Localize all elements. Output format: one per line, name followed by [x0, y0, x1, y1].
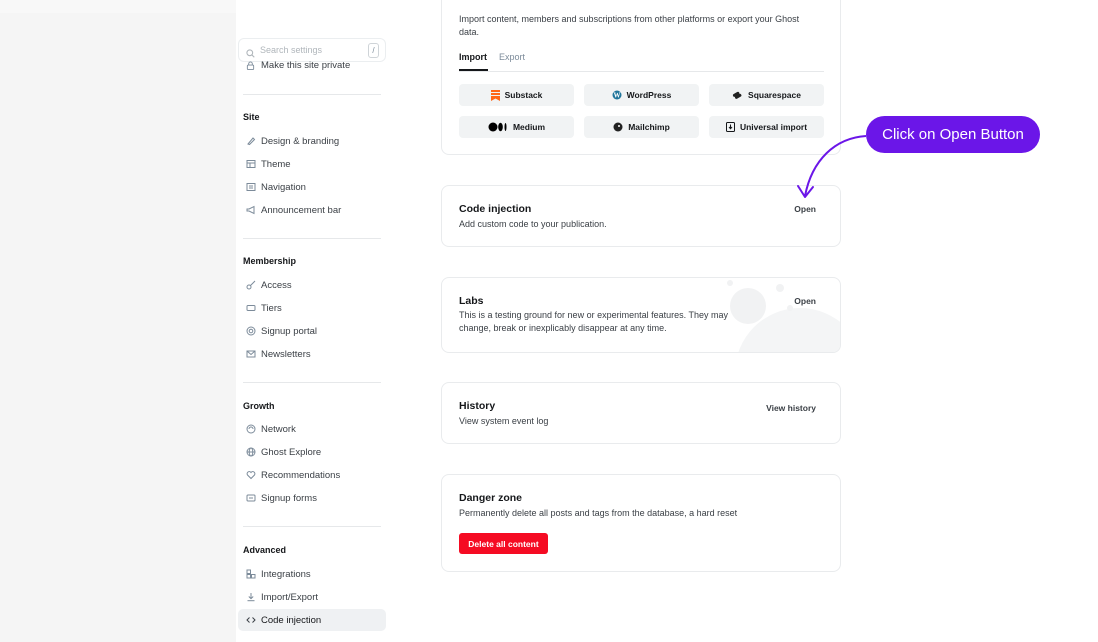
mailchimp-icon — [613, 122, 623, 132]
card-description: Add custom code to your publication. — [459, 219, 607, 229]
network-icon — [245, 424, 256, 435]
view-history-button[interactable]: View history — [766, 403, 816, 413]
delete-all-content-button[interactable]: Delete all content — [459, 533, 548, 554]
button-label: Substack — [504, 90, 543, 100]
sidebar-item-code-injection[interactable]: Code injection — [238, 609, 386, 631]
wordpress-icon: W — [612, 90, 622, 100]
sidebar-item-integrations[interactable]: Integrations — [238, 563, 386, 585]
sidebar-item-import-export[interactable]: Import/Export — [238, 586, 386, 608]
button-label: Squarespace — [748, 90, 801, 100]
tab-import[interactable]: Import — [459, 52, 487, 62]
sidebar-item-label: Recommendations — [261, 469, 341, 481]
button-label: Mailchimp — [628, 122, 670, 132]
integrations-icon — [245, 569, 256, 580]
squarespace-icon — [732, 91, 743, 100]
code-injection-card: Code injection Add custom code to your p… — [441, 185, 841, 247]
sidebar-item-label: Ghost Explore — [261, 446, 322, 458]
lock-icon — [245, 60, 256, 71]
migration-description: Import content, members and subscription… — [459, 14, 800, 37]
code-icon — [245, 615, 256, 626]
medium-import-button[interactable]: Medium — [459, 116, 574, 138]
sidebar-item-access[interactable]: Access — [238, 274, 386, 296]
sidebar-item-theme[interactable]: Theme — [238, 153, 386, 175]
sidebar-item-label: Newsletters — [261, 348, 311, 360]
mail-icon — [245, 349, 256, 360]
sidebar-item-label: Signup forms — [261, 492, 317, 504]
sidebar-item-label: Signup portal — [261, 325, 317, 337]
sidebar-item-label: Tiers — [261, 302, 282, 314]
sidebar-item-label: Announcement bar — [261, 204, 342, 216]
sidebar-item-signup-forms[interactable]: Signup forms — [238, 487, 386, 509]
brush-icon — [245, 136, 256, 147]
medium-icon — [488, 122, 508, 132]
sidebar-item-signup-portal[interactable]: Signup portal — [238, 320, 386, 342]
sidebar-item-make-private[interactable]: Make this site private — [238, 54, 386, 76]
section-heading-growth: Growth — [243, 401, 275, 411]
sidebar-item-label: Design & branding — [261, 135, 340, 147]
card-title: Labs — [459, 295, 484, 307]
card-title: Code injection — [459, 203, 532, 215]
sidebar-item-label: Theme — [261, 158, 291, 170]
section-heading-membership: Membership — [243, 256, 297, 266]
section-heading-site: Site — [243, 112, 260, 122]
sidebar-item-label: Navigation — [261, 181, 306, 193]
sidebar-item-newsletters[interactable]: Newsletters — [238, 343, 386, 365]
sidebar-item-label: Make this site private — [261, 59, 351, 71]
button-label: Medium — [512, 122, 546, 132]
card-title: Danger zone — [459, 492, 523, 504]
sidebar-item-network[interactable]: Network — [238, 418, 386, 440]
active-tab-indicator — [459, 69, 488, 71]
megaphone-icon — [245, 205, 256, 216]
card-description: View system event log — [459, 416, 549, 426]
sidebar-item-label: Network — [261, 423, 296, 435]
form-icon — [245, 493, 256, 504]
sidebar-item-label: Integrations — [261, 568, 311, 580]
tab-export[interactable]: Export — [499, 52, 525, 62]
wordpress-import-button[interactable]: W WordPress — [584, 84, 699, 106]
svg-text:W: W — [613, 92, 620, 100]
card-title: History — [459, 400, 496, 412]
ticket-icon — [245, 303, 256, 314]
sidebar-item-label: Access — [261, 279, 292, 291]
divider — [243, 238, 381, 239]
labs-open-button[interactable]: Open — [794, 296, 816, 306]
sidebar-item-tiers[interactable]: Tiers — [238, 297, 386, 319]
portal-icon — [245, 326, 256, 337]
substack-icon — [490, 89, 500, 101]
universal-import-icon — [725, 122, 735, 132]
heart-icon — [245, 470, 256, 481]
squarespace-import-button[interactable]: Squarespace — [709, 84, 824, 106]
migration-card: Import content, members and subscription… — [441, 0, 841, 155]
card-description: Permanently delete all posts and tags fr… — [459, 508, 738, 518]
section-heading-advanced: Advanced — [243, 545, 287, 555]
sidebar-item-ghost-explore[interactable]: Ghost Explore — [238, 441, 386, 463]
history-card: History View system event log View histo… — [441, 382, 841, 444]
download-icon — [245, 592, 256, 603]
divider — [243, 94, 381, 95]
annotation-callout: Click on Open Button — [866, 116, 1040, 153]
key-icon — [245, 280, 256, 291]
divider — [243, 382, 381, 383]
sidebar-item-recommendations[interactable]: Recommendations — [238, 464, 386, 486]
navigation-icon — [245, 182, 256, 193]
card-description: This is a testing ground for new or expe… — [459, 310, 728, 333]
substack-import-button[interactable]: Substack — [459, 84, 574, 106]
annotation-arrow-icon — [797, 135, 867, 198]
migration-tabs: Import Export — [459, 52, 824, 72]
labs-card: Labs This is a testing ground for new or… — [441, 277, 841, 353]
divider — [243, 526, 381, 527]
sidebar-item-label: Code injection — [261, 614, 322, 626]
code-injection-open-button[interactable]: Open — [794, 204, 816, 214]
sidebar-item-announcement-bar[interactable]: Announcement bar — [238, 199, 386, 221]
sidebar-item-design[interactable]: Design & branding — [238, 130, 386, 152]
sidebar-item-label: Import/Export — [261, 591, 319, 603]
mailchimp-import-button[interactable]: Mailchimp — [584, 116, 699, 138]
button-label: WordPress — [626, 90, 672, 100]
layout-icon — [245, 159, 256, 170]
sidebar-item-navigation[interactable]: Navigation — [238, 176, 386, 198]
globe-icon — [245, 447, 256, 458]
danger-zone-card: Danger zone Permanently delete all posts… — [441, 474, 841, 572]
